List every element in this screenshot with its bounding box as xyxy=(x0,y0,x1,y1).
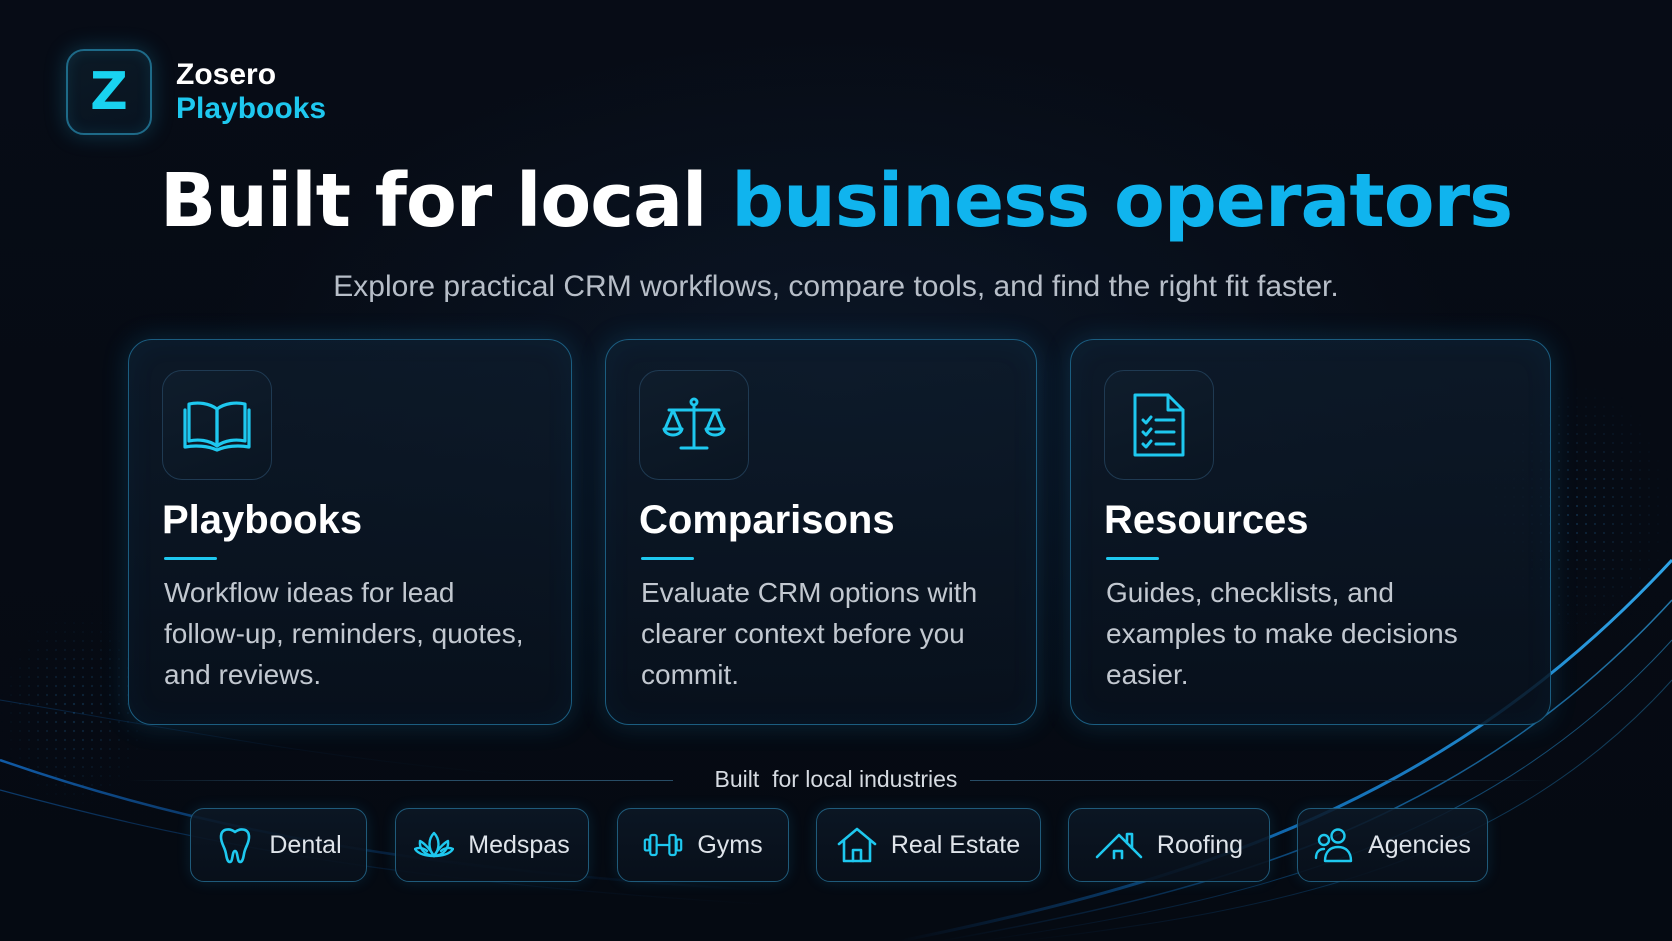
roof-icon xyxy=(1095,825,1143,865)
logo-wordmark: Zosero Playbooks xyxy=(176,58,326,125)
open-book-icon xyxy=(162,370,272,480)
page-headline: Built for local business operators xyxy=(0,158,1672,244)
card-title: Playbooks xyxy=(162,498,363,542)
logo-badge: Z xyxy=(66,49,152,135)
card-description: Guides, checklists, and examples to make… xyxy=(1106,577,1458,690)
headline-accent: business operators xyxy=(731,158,1513,244)
industry-label: Gyms xyxy=(697,830,763,859)
card-accent-rule xyxy=(641,557,694,560)
card-accent-rule xyxy=(164,557,217,560)
industry-chip-agencies[interactable]: Agencies xyxy=(1297,808,1488,882)
lotus-icon xyxy=(414,825,455,865)
checklist-document-icon xyxy=(1104,370,1214,480)
headline-white: Built for local xyxy=(159,158,708,244)
tooth-icon xyxy=(215,825,255,865)
logo-letter: Z xyxy=(90,62,128,122)
industry-label: Dental xyxy=(269,830,342,859)
card-comparisons[interactable]: Comparisons Evaluate CRM options with cl… xyxy=(605,339,1037,725)
people-icon xyxy=(1314,825,1354,865)
hero-section: Z Zosero Playbooks Built for local busin… xyxy=(0,0,1672,941)
industry-chip-medspas[interactable]: Medspas xyxy=(395,808,589,882)
industries-label: Built for local industries xyxy=(714,766,958,792)
balance-scale-icon xyxy=(639,370,749,480)
brand-logo[interactable]: Z Zosero Playbooks xyxy=(66,49,326,135)
card-title: Comparisons xyxy=(639,498,895,542)
industry-label: Roofing xyxy=(1156,830,1244,859)
card-playbooks[interactable]: Playbooks Workflow ideas for lead follow… xyxy=(128,339,572,725)
industry-chip-real-estate[interactable]: Real Estate xyxy=(816,808,1041,882)
brand-name: Zosero xyxy=(176,58,277,92)
house-icon xyxy=(837,825,877,865)
industry-chip-roofing[interactable]: Roofing xyxy=(1068,808,1270,882)
industry-label: Real Estate xyxy=(890,830,1021,859)
card-description: Workflow ideas for lead follow-up, remin… xyxy=(164,577,524,690)
card-description: Evaluate CRM options with clearer contex… xyxy=(641,577,978,690)
dumbbell-icon xyxy=(643,825,683,865)
card-resources[interactable]: Resources Guides, checklists, and exampl… xyxy=(1070,339,1551,725)
industry-chip-gyms[interactable]: Gyms xyxy=(617,808,789,882)
page-subheadline: Explore practical CRM workflows, compare… xyxy=(333,270,1339,303)
industry-label: Medspas xyxy=(468,830,570,859)
card-accent-rule xyxy=(1106,557,1159,560)
industry-label: Agencies xyxy=(1368,830,1471,859)
card-title: Resources xyxy=(1104,498,1309,542)
industry-chip-dental[interactable]: Dental xyxy=(190,808,367,882)
brand-product: Playbooks xyxy=(176,92,327,125)
